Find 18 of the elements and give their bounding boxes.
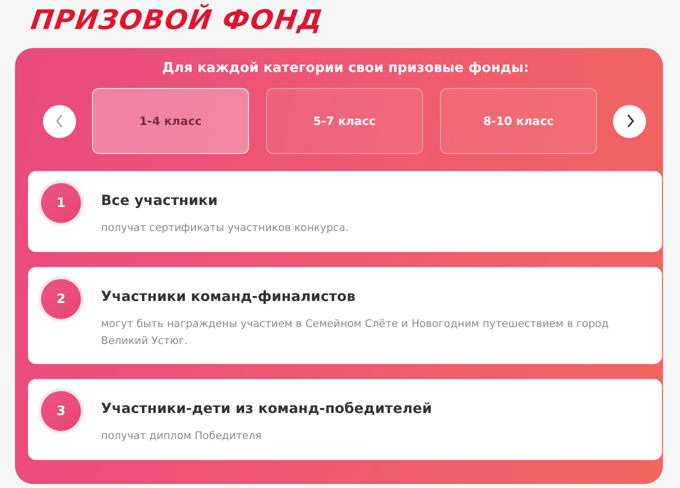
prize-description: получат сертификаты участников конкурса. — [101, 221, 349, 236]
previous-button[interactable] — [43, 104, 76, 138]
prize-description: получат диплом Победителя — [101, 429, 263, 444]
panel-subtitle: Для каждой категории свои призовые фонды: — [161, 60, 530, 76]
prize-title: Участники-дети из команд-победителей — [101, 401, 432, 417]
chevron-left-icon — [54, 114, 64, 128]
category-tab[interactable]: 1-4 класс — [92, 88, 249, 154]
category-tab[interactable]: 5-7 класс — [266, 88, 423, 154]
category-tab[interactable]: 8-10 класс — [440, 88, 597, 154]
page-heading: ПРИЗОВОЙ ФОНД — [28, 4, 326, 38]
prize-description: могут быть награждены участием в Семейном Слёте и Новогодним путешествием в город Великий Устюг. — [101, 317, 610, 349]
prize-title: Все участники — [101, 193, 219, 209]
number-badge: 1 — [41, 183, 81, 223]
next-button[interactable] — [613, 104, 646, 138]
number-badge: 3 — [41, 391, 81, 431]
prize-title: Участники команд-финалистов — [101, 289, 357, 305]
number-badge: 2 — [41, 279, 81, 319]
chevron-right-icon — [624, 114, 634, 128]
